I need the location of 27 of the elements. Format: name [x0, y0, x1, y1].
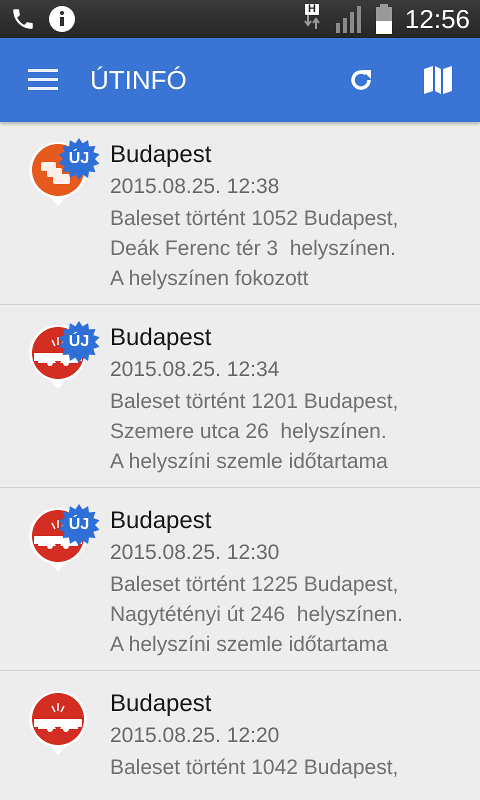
- item-date: 2015.08.25. 12:20: [110, 723, 280, 749]
- signal-icon: [334, 5, 363, 33]
- menu-icon[interactable]: [28, 69, 58, 91]
- info-icon: [48, 5, 76, 33]
- item-title: Budapest: [110, 689, 212, 719]
- item-title: Budapest: [110, 506, 212, 536]
- new-badge: ÚJ: [58, 321, 100, 363]
- battery-icon: [374, 4, 393, 34]
- incident-list-item[interactable]: ÚJ Budapest 2015.08.25. 12:38 Baleset történt 1052 Budapest, Deák Ferenc tér 3 helyszínen. A helyszínen fokozott: [0, 122, 480, 305]
- item-description: Baleset történt 1201 Budapest, Szemere utca 26 helyszínen. A helyszíni szemle időtartama: [110, 389, 398, 475]
- new-badge: ÚJ: [58, 504, 100, 546]
- item-description: Baleset történt 1042 Budapest,: [110, 755, 398, 781]
- item-title: Budapest: [110, 140, 212, 170]
- map-icon: [424, 65, 452, 95]
- item-date: 2015.08.25. 12:30: [110, 540, 280, 566]
- incident-list-item[interactable]: ÚJ Budapest 2015.08.25. 12:34 Baleset történt 1201 Budapest, Szemere utca 26 helyszínen. A helyszíni szemle időtartama: [0, 305, 480, 488]
- item-description: Baleset történt 1052 Budapest, Deák Ferenc tér 3 helyszínen. A helyszínen fokozott: [110, 206, 398, 292]
- incident-list-item[interactable]: Budapest 2015.08.25. 12:20 Baleset történt 1042 Budapest,: [0, 671, 480, 800]
- clock-time: 12:56: [404, 4, 470, 34]
- item-description: Baleset történt 1225 Budapest, Nagytétényi út 246 helyszínen. A helyszíni szemle időtartama: [110, 572, 404, 658]
- refresh-icon: [348, 67, 374, 93]
- incident-list-item[interactable]: ÚJ Budapest 2015.08.25. 12:30 Baleset történt 1225 Budapest, Nagytétényi út 246 helyszínen. A helyszíni szemle időtartama: [0, 488, 480, 671]
- item-date: 2015.08.25. 12:34: [110, 357, 280, 383]
- item-date: 2015.08.25. 12:38: [110, 174, 280, 200]
- app-title: ÚTINFÓ: [90, 64, 188, 96]
- item-title: Budapest: [110, 323, 212, 353]
- new-badge: ÚJ: [58, 138, 100, 180]
